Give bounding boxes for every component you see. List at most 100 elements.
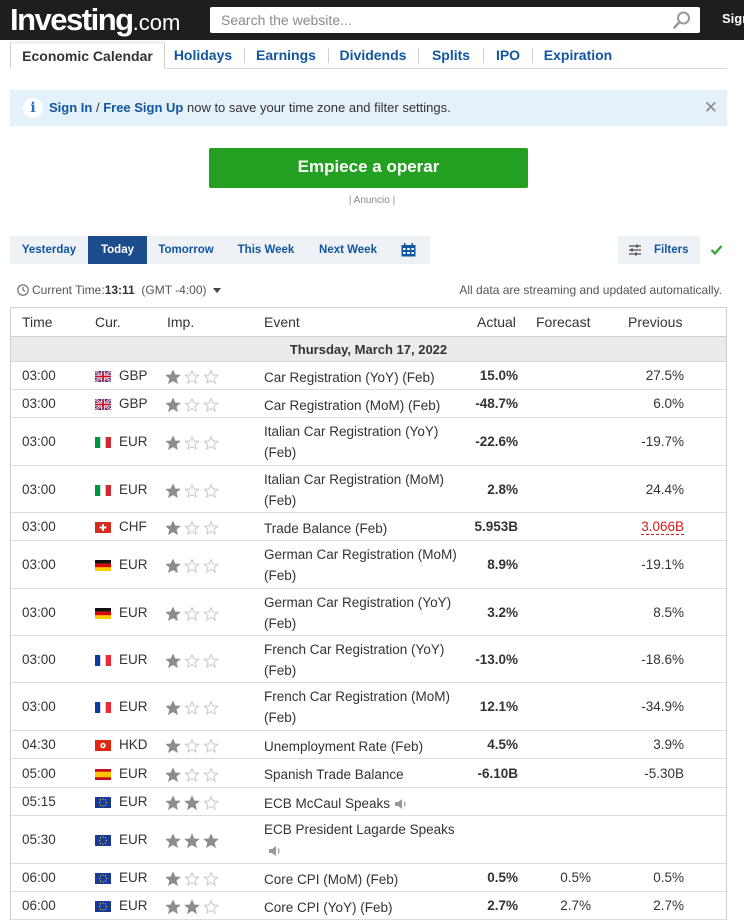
table-row[interactable]: 05:00 EUR Spanish Trade Balance -6.10B -5.30… xyxy=(11,759,726,788)
tab-divider xyxy=(244,48,245,63)
event-time: 05:00 xyxy=(22,766,56,781)
calendar-icon[interactable] xyxy=(401,243,416,257)
flag-fr-icon xyxy=(95,655,111,666)
table-row[interactable]: 06:00 EUR Core CPI (MoM) (Feb) 0.5% 0.5% 0.5% xyxy=(11,864,726,892)
importance-stars-icon xyxy=(166,521,219,535)
date-this-week-button[interactable]: This Week xyxy=(228,236,304,264)
event-name[interactable]: Core CPI (MoM) (Feb) xyxy=(264,869,464,890)
tab-holidays[interactable]: Holidays xyxy=(169,41,237,69)
table-row[interactable]: 04:30 HKD Unemployment Rate (Feb) 4.5% 3.9% xyxy=(11,731,726,759)
search-input[interactable]: Search the website... xyxy=(210,7,700,33)
event-time: 05:15 xyxy=(22,794,56,809)
event-name[interactable]: Trade Balance (Feb) xyxy=(264,518,464,539)
ad-label: | Anuncio | xyxy=(348,195,396,206)
importance-stars-icon xyxy=(166,834,219,848)
event-name[interactable]: German Car Registration (MoM) (Feb) xyxy=(264,544,464,586)
table-row[interactable]: 03:00 EUR German Car Registration (MoM) (F… xyxy=(11,541,726,589)
flag-gb-icon xyxy=(95,399,111,410)
banner-signin-link[interactable]: Sign In xyxy=(49,100,92,115)
event-time: 04:30 xyxy=(22,737,56,752)
table-row[interactable]: 03:00 GBP Car Registration (YoY) (Feb) 15.0… xyxy=(11,362,726,390)
speaker-icon[interactable] xyxy=(394,798,408,810)
actual-value: 15.0% xyxy=(479,368,518,383)
event-name[interactable]: French Car Registration (MoM) (Feb) xyxy=(264,686,464,728)
flag-gb-icon xyxy=(95,371,111,382)
event-name[interactable]: Car Registration (MoM) (Feb) xyxy=(264,395,464,416)
flag-it-icon xyxy=(95,485,111,496)
event-name[interactable]: Core CPI (YoY) (Feb) xyxy=(264,897,464,918)
ad-trade-button[interactable]: Empiece a operar xyxy=(209,148,528,188)
previous-value: -18.6% xyxy=(641,652,684,667)
event-time: 03:00 xyxy=(22,699,56,714)
table-row[interactable]: 03:00 EUR German Car Registration (YoY) (F… xyxy=(11,589,726,636)
currency-code: EUR xyxy=(119,766,148,781)
event-name[interactable]: Car Registration (YoY) (Feb) xyxy=(264,367,464,388)
tab-expiration[interactable]: Expiration xyxy=(540,41,616,69)
tab-divider xyxy=(328,48,329,63)
table-row[interactable]: 03:00 EUR Italian Car Registration (MoM) (… xyxy=(11,466,726,513)
date-next-week-button[interactable]: Next Week xyxy=(312,236,384,264)
currency-code: EUR xyxy=(119,434,148,449)
flag-eu-icon xyxy=(95,797,111,808)
clock-icon xyxy=(17,284,29,296)
importance-stars-icon xyxy=(166,900,219,914)
close-icon[interactable]: ✕ xyxy=(704,98,718,118)
tab-dividends[interactable]: Dividends xyxy=(336,41,410,69)
table-row[interactable]: 03:00 EUR French Car Registration (YoY) (F… xyxy=(11,636,726,683)
previous-value: 27.5% xyxy=(645,368,684,383)
current-time-label: Current Time: xyxy=(32,283,105,297)
column-header-importance[interactable]: Imp. xyxy=(167,314,194,330)
economic-calendar-table: Time Cur. Imp. Event Actual Forecast Pre… xyxy=(10,307,727,920)
event-name[interactable]: French Car Registration (YoY) (Feb) xyxy=(264,639,464,681)
date-yesterday-button[interactable]: Yesterday xyxy=(10,236,88,264)
sliders-icon xyxy=(629,244,641,256)
table-row[interactable]: 06:00 EUR Core CPI (YoY) (Feb) 2.7% 2.7% 2.7% xyxy=(11,892,726,920)
tab-divider xyxy=(418,48,419,63)
table-header: Time Cur. Imp. Event Actual Forecast Pre… xyxy=(11,308,726,337)
event-name[interactable]: ECB McCaul Speaks xyxy=(264,793,464,814)
tab-ipo[interactable]: IPO xyxy=(491,41,525,69)
filters-button[interactable]: Filters xyxy=(618,236,700,264)
search-icon[interactable] xyxy=(672,10,692,30)
column-header-event[interactable]: Event xyxy=(264,314,300,330)
table-row[interactable]: 03:00 CHF Trade Balance (Feb) 5.953B 3.066B xyxy=(11,513,726,541)
site-logo[interactable]: Investing.com xyxy=(10,2,180,38)
previous-value: 8.5% xyxy=(653,605,684,620)
table-row[interactable]: 03:00 EUR French Car Registration (MoM) (F… xyxy=(11,683,726,731)
column-header-currency[interactable]: Cur. xyxy=(95,314,121,330)
column-header-time[interactable]: Time xyxy=(22,314,53,330)
table-row[interactable]: 05:30 EUR ECB President Lagarde Speaks xyxy=(11,816,726,864)
table-row[interactable]: 03:00 EUR Italian Car Registration (YoY) (… xyxy=(11,418,726,466)
tab-economic-calendar[interactable]: Economic Calendar xyxy=(10,41,165,69)
table-row[interactable]: 05:15 EUR ECB McCaul Speaks xyxy=(11,788,726,816)
flag-de-icon xyxy=(95,560,111,571)
date-tomorrow-button[interactable]: Tomorrow xyxy=(150,236,222,264)
column-header-actual[interactable]: Actual xyxy=(477,314,516,330)
previous-value: -19.1% xyxy=(641,557,684,572)
actual-value: -48.7% xyxy=(475,396,518,411)
previous-value[interactable]: 3.066B xyxy=(641,519,684,535)
tab-earnings[interactable]: Earnings xyxy=(252,41,320,69)
header-signin-link[interactable]: Sign In xyxy=(722,11,744,26)
banner-signup-link[interactable]: Free Sign Up xyxy=(103,100,183,115)
previous-value: 3.9% xyxy=(653,737,684,752)
event-name[interactable]: ECB President Lagarde Speaks xyxy=(264,819,464,861)
flag-eu-icon xyxy=(95,835,111,846)
info-icon: i xyxy=(23,98,43,118)
current-time[interactable]: Current Time:13:11 (GMT -4:00) xyxy=(17,283,221,297)
chevron-down-icon[interactable] xyxy=(212,288,221,294)
table-row[interactable]: 03:00 GBP Car Registration (MoM) (Feb) -48.… xyxy=(11,390,726,418)
column-header-previous[interactable]: Previous xyxy=(628,314,682,330)
event-name[interactable]: Spanish Trade Balance xyxy=(264,764,464,785)
event-name[interactable]: German Car Registration (YoY) (Feb) xyxy=(264,592,464,634)
speaker-icon[interactable] xyxy=(268,845,282,857)
event-name[interactable]: Unemployment Rate (Feb) xyxy=(264,736,464,757)
event-name[interactable]: Italian Car Registration (MoM) (Feb) xyxy=(264,469,464,511)
previous-value: 2.7% xyxy=(653,898,684,913)
date-today-button[interactable]: Today xyxy=(88,236,147,264)
tab-divider xyxy=(483,48,484,63)
tab-splits[interactable]: Splits xyxy=(426,41,476,69)
day-header: Thursday, March 17, 2022 xyxy=(11,337,726,362)
column-header-forecast[interactable]: Forecast xyxy=(536,314,590,330)
event-name[interactable]: Italian Car Registration (YoY) (Feb) xyxy=(264,421,464,463)
